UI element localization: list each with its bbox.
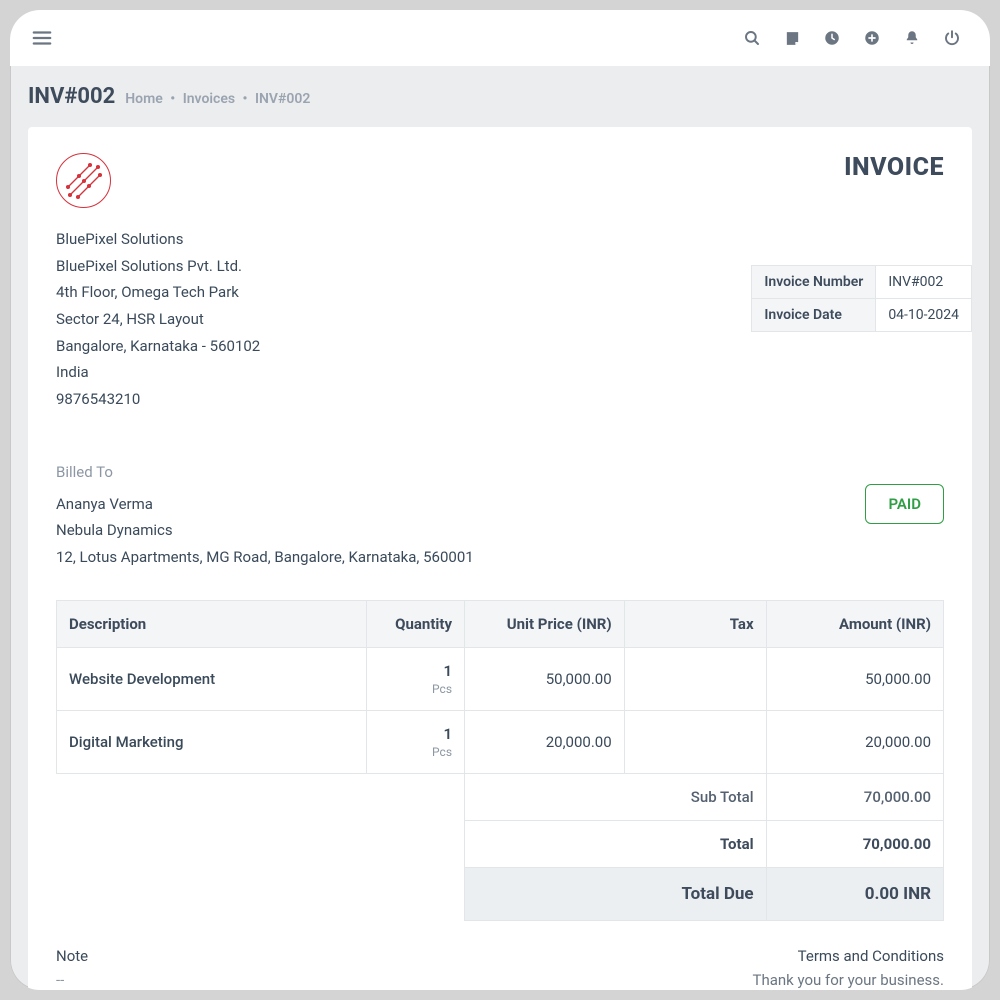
add-icon[interactable]	[852, 18, 892, 58]
total-due-value: 0.00 INR	[766, 867, 943, 920]
invoice-meta-table: Invoice Number INV#002 Invoice Date 04-1…	[751, 265, 972, 332]
crumb-home[interactable]: Home	[125, 91, 163, 107]
terms-block: Terms and Conditions Thank you for your …	[753, 947, 944, 989]
invoice-date-label: Invoice Date	[752, 299, 876, 332]
line-items-table: Description Quantity Unit Price (INR) Ta…	[56, 600, 944, 921]
invoice-number-value: INV#002	[876, 266, 972, 299]
table-row: Website Development 1Pcs 50,000.00 50,00…	[57, 647, 944, 710]
company-logo	[56, 153, 111, 208]
col-amount: Amount (INR)	[766, 600, 943, 647]
total-due-label: Total Due	[465, 867, 767, 920]
table-row: Digital Marketing 1Pcs 20,000.00 20,000.…	[57, 710, 944, 773]
col-quantity: Quantity	[367, 600, 465, 647]
subtotal-label: Sub Total	[465, 773, 767, 820]
note-block: Note --	[56, 947, 88, 989]
subtotal-value: 70,000.00	[766, 773, 943, 820]
total-value: 70,000.00	[766, 820, 943, 867]
menu-button[interactable]	[24, 20, 60, 56]
col-unit-price: Unit Price (INR)	[465, 600, 625, 647]
note-icon[interactable]	[772, 18, 812, 58]
col-description: Description	[57, 600, 367, 647]
invoice-number-label: Invoice Number	[752, 266, 876, 299]
invoice-card: INVOICE BluePixel Solutions BluePixel So…	[28, 127, 972, 990]
search-icon[interactable]	[732, 18, 772, 58]
crumb-invoices[interactable]: Invoices	[183, 91, 235, 107]
breadcrumb: Home • Invoices • INV#002	[125, 91, 310, 107]
page-title: INV#002	[28, 84, 115, 109]
power-icon[interactable]	[932, 18, 972, 58]
clock-icon[interactable]	[812, 18, 852, 58]
total-label: Total	[465, 820, 767, 867]
document-type: INVOICE	[844, 153, 944, 182]
col-tax: Tax	[624, 600, 766, 647]
invoice-date-value: 04-10-2024	[876, 299, 972, 332]
status-badge: PAID	[865, 484, 944, 524]
crumb-current: INV#002	[255, 91, 310, 107]
billed-to: Billed To Ananya Verma Nebula Dynamics 1…	[56, 459, 474, 570]
bell-icon[interactable]	[892, 18, 932, 58]
